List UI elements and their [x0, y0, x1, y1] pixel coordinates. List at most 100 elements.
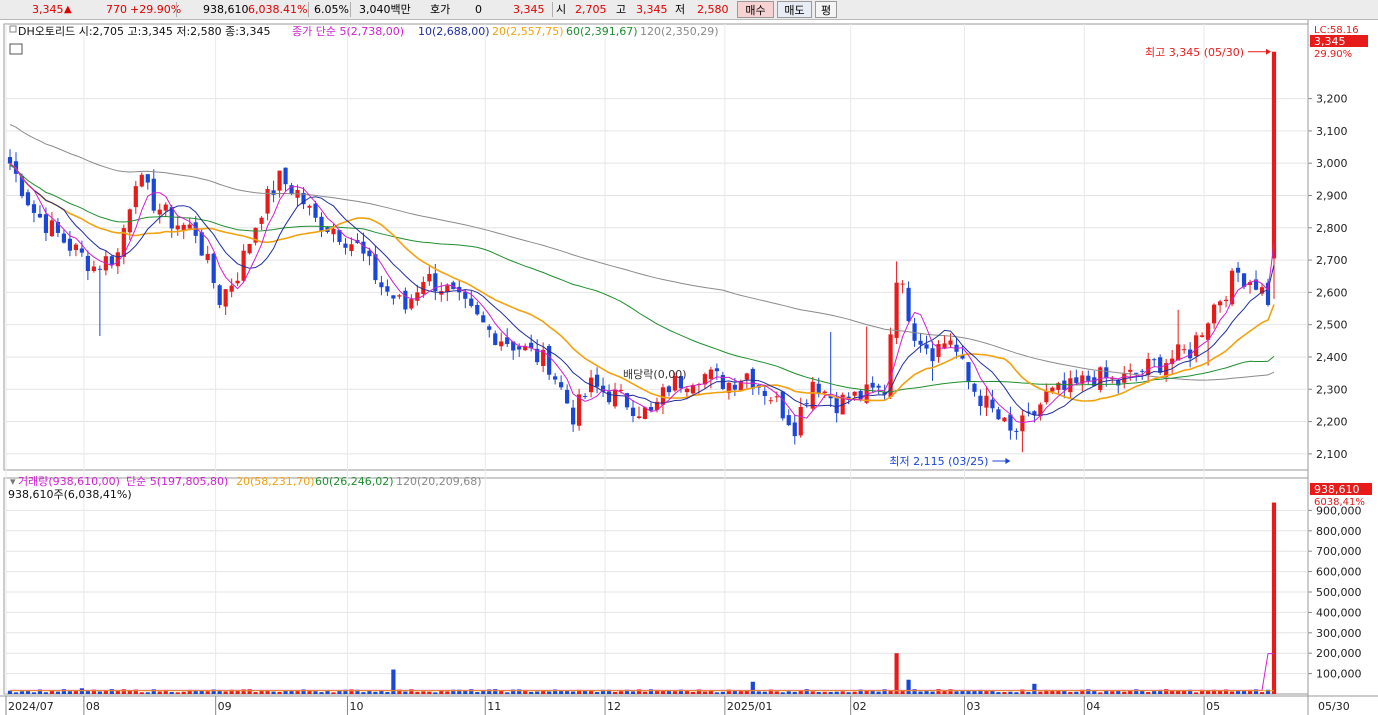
sell-button[interactable]: 매도 [777, 1, 812, 18]
candle-body [924, 344, 929, 349]
volume-bar [505, 692, 510, 694]
divider [350, 2, 351, 17]
volume-bar [325, 691, 330, 694]
price-tick-label: 2,800 [1316, 222, 1348, 235]
candle-body [1062, 380, 1067, 390]
price-change: 770 [106, 3, 127, 16]
volume-bar [1206, 691, 1211, 694]
volume-bar [1146, 692, 1151, 694]
candle-body [283, 167, 288, 185]
candle-body [79, 248, 84, 253]
trade-amount: 3,040백만 [359, 3, 411, 16]
candle-body [157, 209, 162, 215]
candle-body [900, 283, 905, 285]
price-chart-title: DH오토리드 시:2,705 고:3,345 저:2,580 종:3,345 [18, 25, 270, 38]
volume-bar [1056, 690, 1061, 694]
volume-bar [936, 689, 941, 694]
candle-body [223, 289, 228, 307]
price-tick-label: 2,900 [1316, 189, 1348, 202]
candle-body [85, 255, 90, 272]
volume-bar [385, 692, 390, 694]
candle-body [792, 422, 797, 437]
volume-bar [361, 692, 366, 694]
volume-bar [319, 692, 324, 694]
candle-body [211, 253, 216, 284]
volume-bar [253, 692, 258, 694]
candle-body [618, 389, 624, 391]
volume-bar [954, 691, 959, 694]
candle-body [732, 384, 737, 390]
volume-bar [421, 691, 426, 694]
candle-body [163, 204, 168, 211]
candle-body [804, 403, 809, 405]
average-button[interactable]: 평 [815, 1, 837, 18]
price-tick-label: 2,400 [1316, 351, 1348, 364]
up-arrow-icon: ▲ [64, 4, 72, 15]
candle-body [984, 395, 989, 408]
volume-bar [535, 691, 540, 694]
volume-bar [1271, 502, 1277, 694]
candle-body [43, 214, 49, 233]
price-tick-label: 2,700 [1316, 254, 1348, 267]
candle-body [571, 407, 576, 425]
volume-bar [223, 691, 228, 694]
buy-button[interactable]: 매수 [737, 1, 774, 18]
volume-bar [55, 691, 61, 694]
candle-body [169, 207, 174, 229]
volume-bar [1038, 691, 1043, 694]
low-annotation: 최저 2,115 (03/25) [889, 455, 988, 468]
candle-body [990, 399, 995, 409]
candle-body [744, 373, 749, 380]
candle-body [73, 244, 78, 251]
ma-legend-label: 60(2,391,67) [566, 25, 638, 38]
candle-body [942, 343, 947, 348]
candle-body [217, 285, 222, 305]
candle-body [870, 382, 875, 388]
volume-bar [996, 692, 1001, 694]
candle-body [1020, 415, 1025, 432]
stock-chart[interactable]: 3,200 3,100 3,000 2,900 2,800 2,700 2,600 2,500… [0, 20, 1378, 715]
date-tick-label: 10 [349, 700, 363, 713]
current-volume-label: 938,610 [1314, 483, 1360, 496]
candle-body [427, 273, 432, 282]
volume-bar [786, 691, 791, 694]
volume-value: 938,610 [203, 3, 249, 16]
volume-bar [1098, 692, 1103, 694]
volume-bar [157, 691, 162, 694]
candle-body [319, 216, 324, 232]
candle-body [1158, 357, 1163, 373]
candle-body [1008, 414, 1013, 431]
turnover-rate: 6.05% [314, 3, 349, 16]
ma-legend-label: 종가 단순 5(2,738,00) [292, 25, 404, 38]
volume-tick-label: 200,000 [1316, 647, 1362, 660]
date-tick-label: 05 [1206, 700, 1220, 713]
candle-body [1074, 377, 1079, 384]
candle-body [229, 285, 234, 292]
candle-body [1152, 359, 1157, 361]
candle-body [978, 395, 983, 407]
ma-legend-label: 120(2,350,29) [640, 25, 719, 38]
volume-bar [720, 691, 725, 694]
candle-body [1271, 51, 1277, 259]
high-annotation: 최고 3,345 (05/30) [1145, 46, 1244, 59]
volume-bar [702, 691, 707, 694]
price-tick-label: 2,300 [1316, 383, 1348, 396]
candle-body [391, 295, 396, 299]
candle-body [876, 385, 881, 388]
candle-body [175, 225, 180, 230]
candle-body [259, 217, 264, 224]
price-tick-label: 2,600 [1316, 286, 1348, 299]
high-price: 3,345 [636, 3, 668, 16]
candle-body [1050, 387, 1055, 392]
volume-bar [630, 691, 636, 694]
candle-body [313, 203, 318, 218]
candle-body [1146, 358, 1151, 376]
candle-body [1265, 282, 1271, 305]
table-icon [9, 43, 23, 55]
volume-tick-label: 400,000 [1316, 606, 1362, 619]
volume-bar [684, 690, 690, 694]
candle-body [109, 256, 114, 265]
divider [552, 2, 553, 17]
candle-body [834, 397, 839, 414]
date-tick-label: 02 [853, 700, 867, 713]
